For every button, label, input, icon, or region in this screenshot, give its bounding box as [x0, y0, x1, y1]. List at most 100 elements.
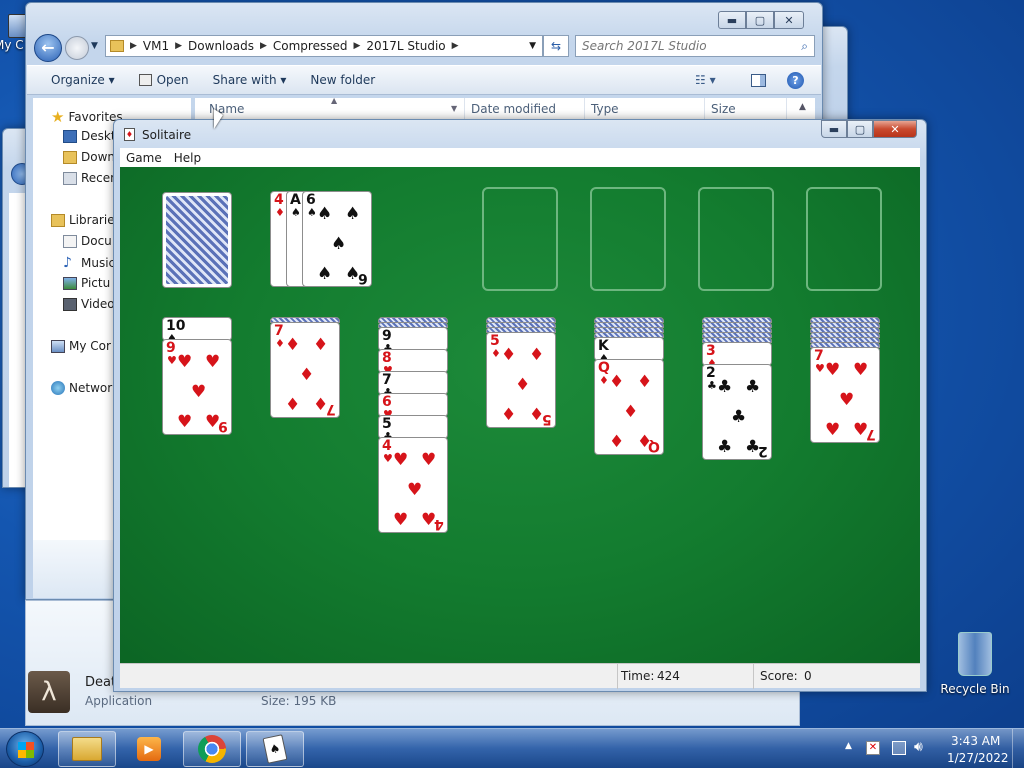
application-icon: [138, 74, 152, 86]
breadcrumb-vm1[interactable]: VM1: [137, 39, 175, 53]
open-button[interactable]: Open: [127, 73, 201, 87]
nav-item-label: My Cor: [69, 339, 111, 353]
window-title: Solitaire: [142, 128, 192, 142]
menu-bar: Game Help: [120, 148, 920, 167]
playing-card[interactable]: 3 ♦: [702, 342, 772, 366]
taskbar-chrome-button[interactable]: [183, 731, 241, 767]
playing-card[interactable]: 8 ♥: [378, 349, 448, 373]
share-with-button[interactable]: Share with ▾: [201, 73, 299, 87]
foundation-slot[interactable]: [482, 187, 558, 291]
nav-item-pictures[interactable]: Pictu: [63, 276, 110, 290]
column-header-date-modified[interactable]: Date modified: [467, 98, 585, 120]
foundation-slot[interactable]: [698, 187, 774, 291]
nav-item-label: Networ: [69, 381, 113, 395]
show-hidden-icons-button[interactable]: ▲: [845, 741, 852, 751]
playing-card[interactable]: 10 ♠: [162, 317, 232, 341]
nav-item-videos[interactable]: Video: [63, 297, 115, 311]
breadcrumb-downloads[interactable]: Downloads: [182, 39, 260, 53]
nav-item-downloads[interactable]: Down: [63, 150, 115, 164]
card-pip: ♦: [609, 432, 625, 452]
action-center-icon[interactable]: ✕: [866, 741, 880, 755]
card-rank-corner: 4: [434, 516, 444, 532]
taskbar-explorer-button[interactable]: [58, 731, 116, 767]
minimize-button[interactable]: ▬: [718, 11, 746, 29]
close-button[interactable]: ✕: [873, 120, 917, 138]
nav-item-recent[interactable]: Recen: [63, 171, 118, 185]
windows-logo-icon: [18, 742, 34, 758]
playing-card[interactable]: 5 ♦ ♦ ♦ ♦ ♦ ♦ 5: [486, 332, 556, 428]
nav-item-libraries[interactable]: Librarie: [51, 213, 115, 227]
column-header-type[interactable]: Type: [587, 98, 705, 120]
column-header-size[interactable]: Size: [707, 98, 787, 120]
recent-pages-dropdown[interactable]: ▼: [91, 41, 98, 51]
maximize-button[interactable]: ▢: [746, 11, 774, 29]
card-back-pattern: [166, 196, 228, 284]
taskbar-solitaire-button[interactable]: ♠: [246, 731, 304, 767]
scroll-up-arrow[interactable]: ▲: [799, 102, 806, 112]
back-button[interactable]: ←: [34, 34, 62, 62]
stock-pile[interactable]: [162, 192, 232, 288]
playing-card[interactable]: 6 ♠ ♠ ♠ ♠ ♠ ♠ 6: [302, 191, 372, 287]
address-bar[interactable]: ▶ VM1 ▶ Downloads ▶ Compressed ▶ 2017L S…: [105, 35, 543, 57]
search-box[interactable]: ⌕: [575, 35, 815, 57]
maximize-button[interactable]: ▢: [847, 120, 873, 138]
minimize-button[interactable]: ▬: [821, 120, 847, 138]
breadcrumb-2017l-studio[interactable]: 2017L Studio: [360, 39, 451, 53]
playing-card[interactable]: 4 ♥ ♥ ♥ ♥ ♥ ♥ 4: [378, 437, 448, 533]
nav-item-documents[interactable]: Docu: [63, 234, 112, 248]
new-folder-button[interactable]: New folder: [298, 73, 387, 87]
card-suit: ♥: [167, 354, 177, 367]
organize-button[interactable]: Organize ▾: [39, 73, 127, 87]
taskbar: ▶ ♠ ▲ ✕ 🔊︎ 3:43 AM 1/27/2022: [0, 728, 1024, 768]
network-icon[interactable]: [892, 741, 906, 755]
playing-card[interactable]: 9 ♥ ♥ ♥ ♥ ♥ ♥ 9: [162, 339, 232, 435]
star-icon: ★: [51, 108, 65, 126]
menu-game[interactable]: Game: [120, 151, 168, 165]
view-options-icon[interactable]: ☷ ▾: [695, 73, 716, 87]
libraries-icon: [51, 213, 65, 227]
address-dropdown-icon[interactable]: ▼: [529, 41, 536, 51]
nav-item-network[interactable]: Networ: [51, 381, 112, 395]
menu-help[interactable]: Help: [168, 151, 207, 165]
search-icon[interactable]: ⌕: [801, 39, 808, 54]
volume-icon[interactable]: 🔊︎: [914, 739, 923, 755]
nav-item-label: Down: [81, 150, 116, 164]
playing-card[interactable]: 2 ♣ ♣ ♣ ♣ ♣ ♣ 2: [702, 364, 772, 460]
show-desktop-button[interactable]: [1012, 729, 1024, 768]
refresh-button[interactable]: ⇆: [543, 35, 569, 57]
nav-item-desktop[interactable]: Deskt: [63, 129, 116, 143]
score-label: Score:: [760, 669, 798, 683]
clock-time[interactable]: 3:43 AM: [951, 734, 1000, 748]
search-input[interactable]: [582, 39, 792, 53]
playing-card[interactable]: Q ♦ ♦ ♦ ♦ ♦ ♦ Q: [594, 359, 664, 455]
nav-item-music[interactable]: ♪ Music: [63, 255, 115, 271]
playing-card[interactable]: 5 ♣: [378, 415, 448, 439]
forward-button[interactable]: [65, 36, 89, 60]
taskbar-media-player-button[interactable]: ▶: [120, 731, 178, 767]
nav-item-favorites[interactable]: ★ Favorites: [51, 108, 123, 126]
clock-date[interactable]: 1/27/2022: [947, 751, 1009, 765]
media-player-icon: ▶: [137, 737, 161, 761]
solitaire-caption-buttons: ▬ ▢ ✕: [821, 120, 917, 138]
documents-icon: [63, 234, 77, 248]
foundation-slot[interactable]: [590, 187, 666, 291]
card-pip: ♠: [317, 204, 333, 224]
desktop-icon-recycle-bin[interactable]: Recycle Bin: [940, 632, 1010, 696]
playing-card[interactable]: 7 ♥ ♥ ♥ ♥ ♥ ♥ 7: [810, 347, 880, 443]
folder-icon: [72, 737, 102, 761]
nav-item-computer[interactable]: My Cor: [51, 339, 111, 353]
column-filter-icon[interactable]: ▼: [451, 104, 457, 113]
playing-card[interactable]: 6 ♥: [378, 393, 448, 417]
card-rank-corner: 6: [358, 270, 368, 286]
close-button[interactable]: ✕: [774, 11, 804, 29]
help-icon[interactable]: ?: [787, 71, 804, 89]
playing-card[interactable]: 9 ♣: [378, 327, 448, 351]
card-pip: ♣: [717, 437, 733, 457]
foundation-slot[interactable]: [806, 187, 882, 291]
start-button[interactable]: [6, 731, 44, 767]
preview-pane-icon[interactable]: [751, 73, 766, 87]
playing-card[interactable]: 7 ♣: [378, 371, 448, 395]
playing-card[interactable]: K ♠: [594, 337, 664, 361]
playing-card[interactable]: 7 ♦ ♦ ♦ ♦ ♦ ♦ 7: [270, 322, 340, 418]
breadcrumb-compressed[interactable]: Compressed: [267, 39, 354, 53]
